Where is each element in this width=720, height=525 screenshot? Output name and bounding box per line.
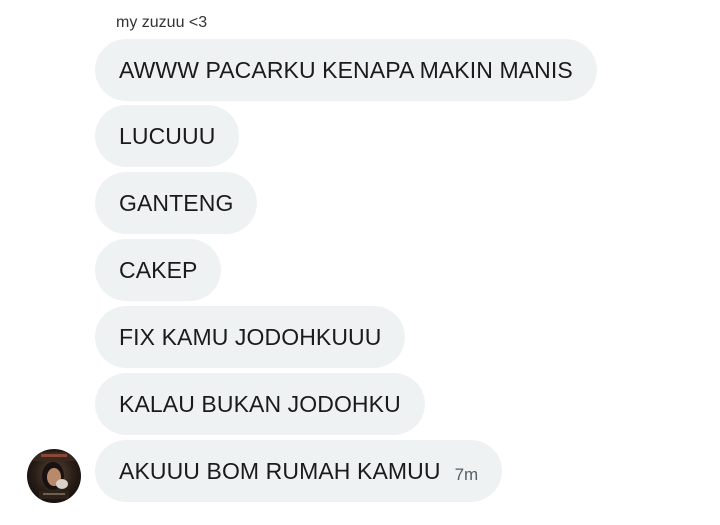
message-bubble[interactable]: FIX KAMU JODOHKUUU: [95, 306, 406, 368]
message-text: GANTENG: [119, 189, 234, 216]
message-text: AKUUU BOM RUMAH KAMUU: [119, 457, 441, 484]
message-bubble[interactable]: AWWW PACARKU KENAPA MAKIN MANIS: [95, 39, 597, 101]
message-text: AWWW PACARKU KENAPA MAKIN MANIS: [119, 56, 573, 83]
message-bubble[interactable]: CAKEP: [95, 239, 222, 301]
message-bubble[interactable]: AKUUU BOM RUMAH KAMUU 7m: [95, 440, 503, 502]
message-bubble[interactable]: GANTENG: [95, 172, 258, 234]
avatar-photo-icon: [27, 449, 81, 503]
message-text: FIX KAMU JODOHKUUU: [119, 323, 382, 350]
sender-name: my zuzuu <3: [116, 14, 208, 31]
message-text: CAKEP: [119, 256, 198, 283]
message-text: KALAU BUKAN JODOHKU: [119, 390, 401, 417]
avatar[interactable]: [27, 449, 81, 503]
message-text: LUCUUU: [119, 122, 216, 149]
message-timestamp: 7m: [454, 465, 479, 484]
message-bubble[interactable]: LUCUUU: [95, 105, 240, 167]
message-bubble[interactable]: KALAU BUKAN JODOHKU: [95, 373, 425, 435]
